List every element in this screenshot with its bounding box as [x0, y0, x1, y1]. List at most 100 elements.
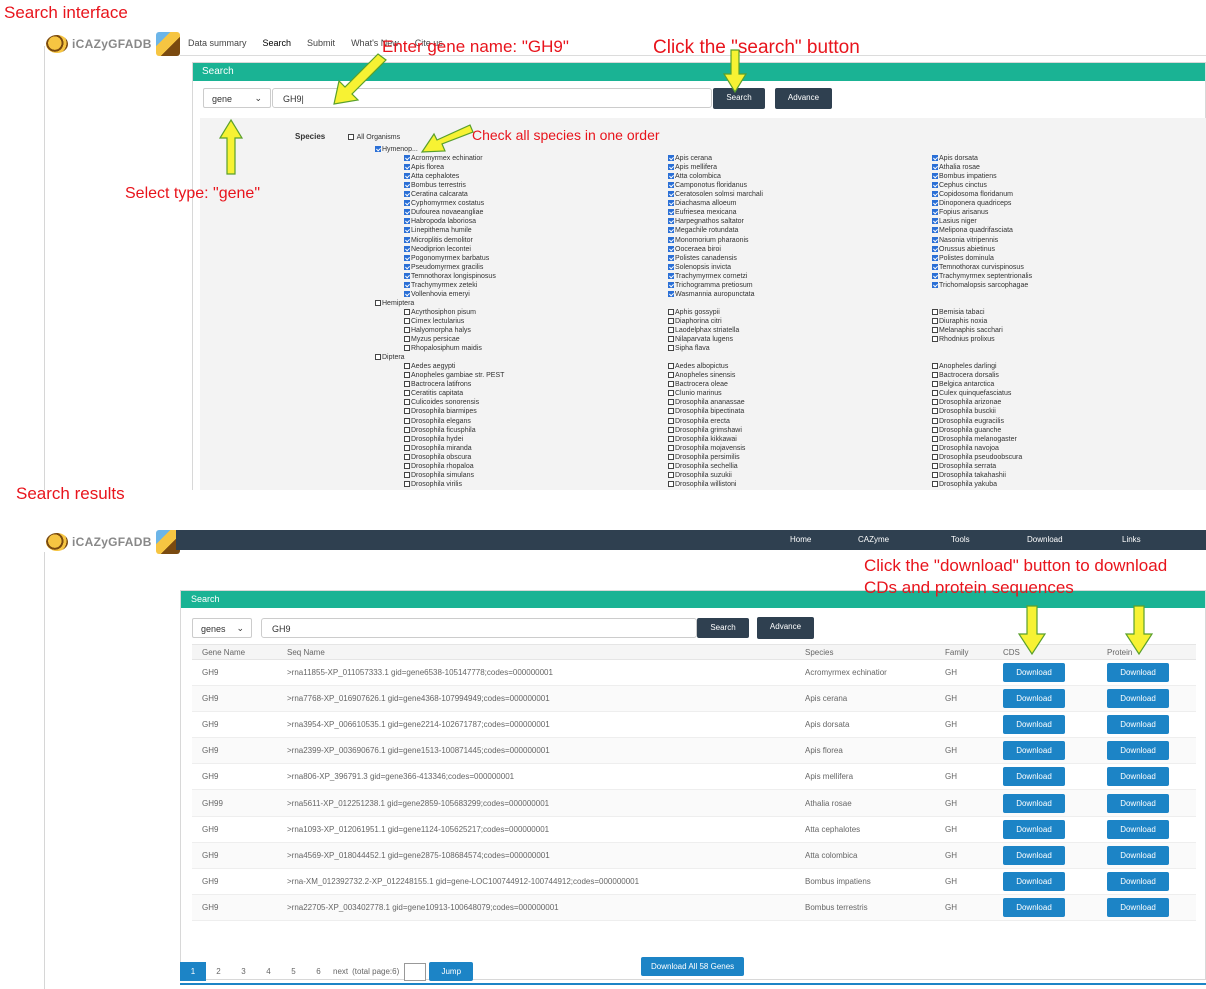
checkbox[interactable]	[668, 399, 674, 406]
checkbox[interactable]	[404, 290, 410, 297]
species-option[interactable]: Drosophila erecta	[668, 417, 730, 426]
species-option[interactable]: Trachymyrmex cornetzi	[668, 272, 747, 281]
cds-download-button[interactable]: Download	[1003, 767, 1065, 787]
species-option[interactable]: Drosophila virilis	[404, 480, 462, 489]
order-diptera[interactable]: Diptera	[375, 353, 405, 362]
species-option[interactable]: Harpegnathos saltator	[668, 217, 744, 226]
checkbox[interactable]	[932, 209, 938, 216]
protein-download-button[interactable]: Download	[1107, 715, 1169, 735]
cds-download-button[interactable]: Download	[1003, 819, 1065, 839]
checkbox[interactable]	[668, 480, 674, 487]
checkbox[interactable]	[932, 471, 938, 478]
checkbox[interactable]	[404, 417, 410, 424]
species-option[interactable]: Rhodnius prolixus	[932, 335, 995, 344]
species-option[interactable]: Myzus persicae	[404, 335, 460, 344]
cds-download-button[interactable]: Download	[1003, 715, 1065, 735]
page-6[interactable]: 6	[306, 962, 331, 981]
species-option[interactable]: Ceratina calcarata	[404, 190, 468, 199]
species-option[interactable]: Megachile rotundata	[668, 226, 738, 235]
checkbox[interactable]	[932, 462, 938, 469]
species-option[interactable]: Drosophila rhopaloa	[404, 462, 474, 471]
species-option[interactable]: Lasius niger	[932, 217, 977, 226]
species-option[interactable]: Sipha flava	[668, 344, 710, 353]
species-option[interactable]: Trichogramma pretiosum	[668, 281, 753, 290]
checkbox[interactable]	[668, 462, 674, 469]
checkbox[interactable]	[668, 426, 674, 433]
checkbox[interactable]	[932, 381, 938, 388]
nav-links[interactable]: Links	[1122, 535, 1141, 544]
species-option[interactable]: Nasonia vitripennis	[932, 236, 998, 245]
species-option[interactable]: Anopheles darlingi	[932, 362, 997, 371]
species-option[interactable]: Wasmannia auropunctata	[668, 290, 755, 299]
cds-download-button[interactable]: Download	[1003, 871, 1065, 891]
species-option[interactable]: Solenopsis invicta	[668, 263, 731, 272]
species-option[interactable]: Drosophila mojavensis	[668, 444, 745, 453]
species-option[interactable]: Drosophila grimshawi	[668, 426, 742, 435]
species-option[interactable]: Drosophila ficusphila	[404, 426, 476, 435]
checkbox[interactable]	[404, 462, 410, 469]
all-organisms-option[interactable]: All Organisms	[348, 133, 400, 142]
species-option[interactable]: Drosophila guanche	[932, 426, 1001, 435]
protein-download-button[interactable]: Download	[1107, 897, 1169, 917]
checkbox[interactable]	[668, 381, 674, 388]
species-option[interactable]: Trachymyrmex septentrionalis	[932, 272, 1032, 281]
checkbox[interactable]	[404, 444, 410, 451]
checkbox[interactable]	[668, 444, 674, 451]
species-option[interactable]: Aedes albopictus	[668, 362, 728, 371]
checkbox[interactable]	[668, 317, 674, 324]
checkbox[interactable]	[932, 317, 938, 324]
checkbox[interactable]	[932, 308, 938, 315]
checkbox[interactable]	[404, 435, 410, 442]
checkbox[interactable]	[404, 426, 410, 433]
checkbox[interactable]	[404, 281, 410, 288]
checkbox[interactable]	[668, 327, 674, 333]
checkbox[interactable]	[404, 363, 410, 370]
checkbox[interactable]	[404, 245, 410, 252]
species-option[interactable]: Drosophila serrata	[932, 462, 996, 471]
checkbox[interactable]	[668, 182, 674, 189]
site-logo[interactable]: iCAZyGFADB	[46, 32, 180, 56]
checkbox[interactable]	[932, 417, 938, 424]
species-option[interactable]: Rhopalosiphum maidis	[404, 344, 482, 353]
checkbox[interactable]	[932, 444, 938, 451]
species-option[interactable]: Dinoponera quadriceps	[932, 199, 1011, 208]
checkbox[interactable]	[932, 426, 938, 433]
species-option[interactable]: Aphis gossypii	[668, 308, 720, 317]
species-option[interactable]: Drosophila hydei	[404, 435, 463, 444]
species-option[interactable]: Drosophila persimilis	[668, 453, 740, 462]
checkbox[interactable]	[668, 435, 674, 442]
protein-download-button[interactable]: Download	[1107, 819, 1169, 839]
checkbox[interactable]	[404, 218, 410, 225]
checkbox[interactable]	[932, 164, 938, 171]
checkbox[interactable]	[668, 471, 674, 478]
checkbox[interactable]	[404, 345, 410, 352]
checkbox[interactable]	[404, 173, 410, 180]
species-option[interactable]: Drosophila miranda	[404, 444, 472, 453]
checkbox[interactable]	[668, 236, 674, 243]
species-option[interactable]: Drosophila obscura	[404, 453, 471, 462]
species-option[interactable]: Temnothorax longispinosus	[404, 272, 496, 281]
checkbox[interactable]	[932, 390, 938, 397]
checkbox[interactable]	[932, 245, 938, 252]
checkbox[interactable]	[404, 390, 410, 397]
advance-button[interactable]: Advance	[775, 88, 832, 109]
checkbox[interactable]	[668, 308, 674, 315]
species-option[interactable]: Drosophila takahashii	[932, 471, 1006, 480]
checkbox[interactable]	[668, 272, 674, 279]
species-option[interactable]: Apis cerana	[668, 154, 712, 163]
checkbox[interactable]	[404, 200, 410, 207]
nav-cazyme[interactable]: CAZyme	[858, 535, 889, 544]
species-option[interactable]: Apis mellifera	[668, 163, 717, 172]
checkbox[interactable]	[668, 191, 674, 198]
species-option[interactable]: Anopheles gambiae str. PEST	[404, 371, 504, 380]
checkbox[interactable]	[668, 290, 674, 297]
checkbox[interactable]	[668, 218, 674, 225]
species-option[interactable]: Apis dorsata	[932, 154, 978, 163]
checkbox[interactable]	[668, 417, 674, 424]
checkbox[interactable]	[932, 327, 938, 333]
checkbox[interactable]	[668, 227, 674, 234]
nav-tools[interactable]: Tools	[951, 535, 970, 544]
species-option[interactable]: Bombus terrestris	[404, 181, 466, 190]
checkbox[interactable]	[932, 227, 938, 234]
checkbox[interactable]	[404, 308, 410, 315]
